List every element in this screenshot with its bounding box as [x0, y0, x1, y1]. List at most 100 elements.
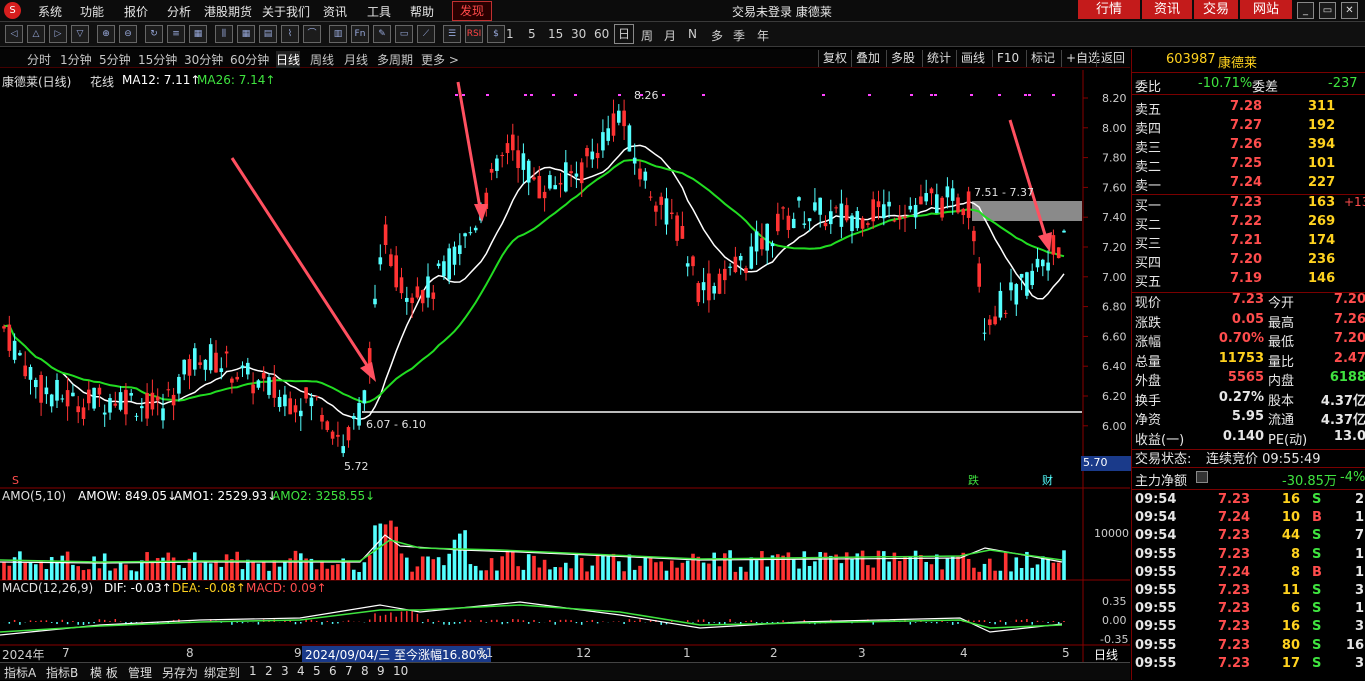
candle-body [489, 168, 494, 173]
document-icon[interactable]: ▭ [395, 25, 413, 43]
candle-body [548, 175, 552, 189]
menu-help[interactable]: 帮助 [410, 3, 434, 20]
menu-about[interactable]: 关于我们 [262, 3, 310, 20]
period-month-button[interactable]: 月 [664, 27, 676, 44]
period-year-button[interactable]: 年 [757, 27, 769, 44]
period-tab-more[interactable]: 更多 > [421, 51, 459, 68]
volume-bar [574, 554, 579, 580]
period-tab-15min[interactable]: 15分钟 [138, 51, 177, 68]
zoom-in-icon[interactable]: ⊕ [97, 25, 115, 43]
menu-quote[interactable]: 报价 [124, 3, 148, 20]
menu-news[interactable]: 资讯 [323, 3, 347, 20]
indicator-tab-12[interactable]: 6 [329, 664, 337, 678]
mark-button[interactable]: 标记 [1026, 50, 1059, 67]
multi-stock-button[interactable]: 多股 [886, 50, 919, 67]
indicator-tab-1[interactable]: 指标A [4, 664, 36, 681]
period-week-button[interactable]: 周 [641, 27, 653, 44]
indicator-tab-11[interactable]: 5 [313, 664, 321, 678]
draw-line-button[interactable]: 画线 [956, 50, 989, 67]
kline-chart[interactable]: 8.20 8.00 7.80 7.60 7.40 7.20 7.00 6.80 6.60 6.40… [0, 70, 1130, 662]
grid-icon[interactable]: ▦ [189, 25, 207, 43]
indicator-tab-4[interactable]: 管理 [128, 664, 152, 681]
top-news-button[interactable]: 资讯 [1142, 0, 1192, 19]
tools-icon[interactable]: ✎ [373, 25, 391, 43]
close-icon[interactable]: ✕ [1341, 2, 1358, 19]
period-season-button[interactable]: 季 [733, 27, 745, 44]
indicator-tab-13[interactable]: 7 [345, 664, 353, 678]
candle-body [256, 380, 261, 388]
table-icon[interactable]: ▤ [259, 25, 277, 43]
menu-discover[interactable]: 发现 [452, 1, 492, 21]
menu-function[interactable]: 功能 [80, 3, 104, 20]
app-logo[interactable]: S [4, 2, 21, 19]
rsi-icon[interactable]: RSI [465, 25, 483, 43]
period-tab-month[interactable]: 月线 [344, 51, 368, 68]
restore-icon[interactable]: ▭ [1319, 2, 1336, 19]
period-15m-button[interactable]: 15 [548, 27, 563, 41]
indicator-tab-9[interactable]: 3 [281, 664, 289, 678]
candle-body [813, 202, 817, 211]
f10-button[interactable]: F10 [992, 50, 1023, 67]
volume-bar [945, 557, 950, 580]
volume-bar [373, 525, 377, 580]
indicator-tab-10[interactable]: 4 [297, 664, 305, 678]
indicator-tab-14[interactable]: 8 [361, 664, 369, 678]
column-icon[interactable]: ⫼ [215, 25, 233, 43]
indicator-tab-7[interactable]: 1 [249, 664, 257, 678]
menu-system[interactable]: 系统 [38, 3, 62, 20]
candle-body [760, 238, 764, 250]
volume-bar [611, 553, 616, 580]
minimize-icon[interactable]: _ [1297, 2, 1314, 19]
indicator-tab-16[interactable]: 10 [393, 664, 408, 678]
statistics-button[interactable]: 统计 [922, 50, 955, 67]
chart-k-icon[interactable]: ▥ [329, 25, 347, 43]
indicator-tab-5[interactable]: 另存为 [162, 664, 198, 681]
overlay-button[interactable]: 叠加 [851, 50, 884, 67]
indicator-tab-15[interactable]: 9 [377, 664, 385, 678]
chart-indicator-name[interactable]: 花线 [90, 73, 114, 90]
back-button[interactable]: 返回 [1096, 50, 1129, 67]
indicator-tab-3[interactable]: 模 板 [90, 664, 118, 681]
top-trade-button[interactable]: 交易 [1194, 0, 1238, 19]
menu-hk-futures[interactable]: 港股期货 [204, 3, 252, 20]
period-tab-5min[interactable]: 5分钟 [99, 51, 131, 68]
list-icon[interactable]: ≡ [167, 25, 185, 43]
indicator-tab-2[interactable]: 指标B [46, 664, 78, 681]
period-tab-day[interactable]: 日线 [276, 51, 301, 68]
volume-bar [579, 557, 584, 580]
period-tab-30min[interactable]: 30分钟 [184, 51, 223, 68]
list2-icon[interactable]: ☰ [443, 25, 461, 43]
top-website-button[interactable]: 网站 [1240, 0, 1292, 19]
minute-icon[interactable]: ⌒ [303, 25, 321, 43]
grid2-icon[interactable]: ▦ [237, 25, 255, 43]
zoom-out-icon[interactable]: ⊖ [119, 25, 137, 43]
arrow-down-icon[interactable]: ▽ [71, 25, 89, 43]
arrow-left-icon[interactable]: ◁ [5, 25, 23, 43]
indicator-tab-6[interactable]: 绑定到 [204, 664, 240, 681]
period-tab-timeshare[interactable]: 分时 [27, 51, 51, 68]
menu-tools[interactable]: 工具 [367, 3, 391, 20]
period-tab-1min[interactable]: 1分钟 [60, 51, 92, 68]
refresh-icon[interactable]: ↻ [145, 25, 163, 43]
arrow-up-icon[interactable]: △ [27, 25, 45, 43]
zhuli-toggle-icon[interactable] [1196, 471, 1208, 483]
period-5m-button[interactable]: 5 [528, 27, 536, 41]
period-day-button[interactable]: 日 [614, 24, 634, 44]
period-60m-button[interactable]: 60 [594, 27, 609, 41]
period-tab-60min[interactable]: 60分钟 [230, 51, 269, 68]
top-quote-button[interactable]: 行情 [1078, 0, 1140, 19]
period-tab-week[interactable]: 周线 [310, 51, 334, 68]
period-tab-multi[interactable]: 多周期 [377, 51, 413, 68]
arrow-right-icon[interactable]: ▷ [49, 25, 67, 43]
period-multi-button[interactable]: 多 [711, 27, 723, 44]
menu-analysis[interactable]: 分析 [167, 3, 191, 20]
period-n-button[interactable]: N [688, 27, 697, 41]
period-1m-button[interactable]: 1 [506, 27, 514, 41]
fuquan-button[interactable]: 复权 [818, 50, 851, 67]
tick-icon[interactable]: ⌇ [281, 25, 299, 43]
indicator-tab-8[interactable]: 2 [265, 664, 273, 678]
dollar-icon[interactable]: $ [487, 25, 505, 43]
period-30m-button[interactable]: 30 [571, 27, 586, 41]
chart-line-icon[interactable]: ⟋ [417, 25, 435, 43]
fundamentals-icon[interactable]: Fn [351, 25, 369, 43]
